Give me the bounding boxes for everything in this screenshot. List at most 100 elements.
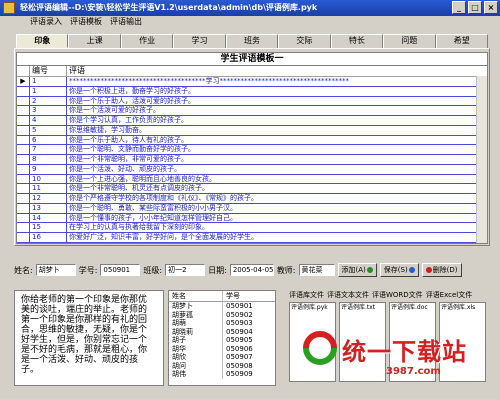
close-button[interactable]: × bbox=[484, 1, 498, 14]
student-name: 胡伟 bbox=[169, 370, 223, 379]
student-id-field[interactable]: 050901 bbox=[100, 264, 141, 276]
row-comment: 你是一个上进心强，聪明而且心地善良的女孩。 bbox=[69, 174, 216, 183]
table-row[interactable]: 4 你是个学习认真，工作负责的好孩子。 bbox=[17, 116, 487, 126]
comment-template-grid[interactable]: 学生评语模板一 编号 评语 ▶ 1 ************************… bbox=[16, 52, 488, 244]
row-no: 4 bbox=[30, 116, 67, 125]
table-row[interactable]: 15 在学习上的认真与执著给我留下深刻的印象。 bbox=[17, 223, 487, 233]
row-indicator bbox=[17, 125, 30, 135]
row-no: 6 bbox=[30, 135, 67, 145]
row-indicator bbox=[17, 96, 30, 106]
row-indicator bbox=[17, 86, 30, 96]
comment-text: 你给老师的第一个印象是你那优美的谈吐，端庄的举止。老师的第一个印象是你那样的有礼… bbox=[21, 295, 148, 375]
grid-scrollbar[interactable] bbox=[476, 76, 487, 243]
delete-button[interactable]: 删除(D) bbox=[421, 263, 462, 277]
class-field[interactable]: 初一2 bbox=[165, 264, 206, 276]
name-label: 姓名: bbox=[14, 265, 33, 275]
table-row[interactable]: 10 你是一个上进心强，聪明而且心地善良的女孩。 bbox=[17, 174, 487, 185]
header-comment[interactable]: 评语 bbox=[67, 66, 487, 76]
table-row[interactable]: ▶ 1 **************************************… bbox=[17, 77, 487, 87]
row-indicator bbox=[17, 203, 30, 213]
tab-talent[interactable]: 特长 bbox=[330, 34, 384, 48]
menu-item-entry[interactable]: 评语录入 bbox=[30, 16, 62, 28]
menu-item-output[interactable]: 评语输出 bbox=[110, 16, 142, 28]
row-indicator bbox=[17, 233, 30, 242]
row-no: 5 bbox=[30, 125, 67, 135]
col-name[interactable]: 姓名 bbox=[169, 291, 223, 301]
row-comment: 你是个严格遵守学校的各项制度和《礼仪》、《常规》的孩子。 bbox=[69, 194, 258, 202]
table-row[interactable]: 11 你是一个非常聪明、机灵还有点调皮的孩子。 bbox=[17, 184, 487, 194]
tab-homework[interactable]: 作业 bbox=[120, 34, 174, 48]
row-indicator bbox=[17, 155, 30, 164]
list-item[interactable]: 胡梦卜 050901 bbox=[169, 302, 275, 311]
add-button[interactable]: 添加(A) bbox=[337, 263, 377, 277]
maximize-button[interactable]: □ bbox=[468, 1, 482, 14]
table-row[interactable]: 3 你是一个活泼可爱的好孩子。 bbox=[17, 106, 487, 116]
row-indicator bbox=[17, 164, 30, 174]
name-field[interactable]: 胡梦卜 bbox=[35, 264, 76, 276]
table-row[interactable]: 2 你是一个乐于助人，活泼可爱的好孩子。 bbox=[17, 96, 487, 107]
list-item[interactable]: 胡问 050908 bbox=[169, 361, 275, 370]
row-indicator bbox=[17, 106, 30, 115]
student-form: 姓名: 胡梦卜 学号: 050901 班级: 初一2 日期: 2005-04-0… bbox=[14, 262, 490, 278]
table-row[interactable]: 16 你爱好广泛，知识丰富，好学好问，是个全面发展的好学生。 bbox=[17, 233, 487, 243]
comment-text-area[interactable]: 你给老师的第一个印象是你那优美的谈吐，端庄的举止。老师的第一个印象是你那样的有礼… bbox=[14, 290, 164, 386]
row-no: 1 bbox=[30, 77, 67, 86]
table-row[interactable]: 12 你是个严格遵守学校的各项制度和《礼仪》、《常规》的孩子。 bbox=[17, 194, 487, 204]
row-no: 12 bbox=[30, 194, 67, 203]
save-button[interactable]: 保存(S) bbox=[379, 263, 419, 277]
list-item[interactable]: 胡欣 050907 bbox=[169, 353, 275, 362]
table-row[interactable]: 1 你是一个积极上进，勤奋学习的好孩子。 bbox=[17, 86, 487, 97]
date-field[interactable]: 2005-04-05 bbox=[229, 264, 274, 276]
grid-header: 编号 评语 bbox=[17, 66, 487, 77]
save-icon bbox=[408, 267, 415, 273]
date-label: 日期: bbox=[208, 265, 227, 275]
table-row[interactable]: 7 你是一个聪明、文静而勤奋好学的孩子。 bbox=[17, 145, 487, 155]
row-no: 2 bbox=[30, 96, 67, 106]
student-list[interactable]: 姓名 学号 胡梦卜 050901 胡萝孤 050902 胡萌 050903 胡晓莉 05090… bbox=[168, 290, 276, 386]
list-item[interactable]: 胡晓莉 050904 bbox=[169, 327, 275, 336]
list-item[interactable]: 胡子 050905 bbox=[169, 336, 275, 345]
list-item[interactable]: 胡伟 050909 bbox=[169, 370, 275, 379]
list-item[interactable]: 胡萌 050903 bbox=[169, 319, 275, 328]
teacher-field[interactable]: 黄花菜 bbox=[298, 264, 335, 276]
menu-item-template[interactable]: 评语模板 bbox=[70, 16, 102, 28]
tab-hope[interactable]: 希望 bbox=[435, 34, 488, 48]
header-indicator bbox=[17, 66, 30, 76]
minimize-button[interactable]: _ bbox=[452, 1, 466, 14]
tab-problem[interactable]: 问题 bbox=[383, 34, 436, 48]
student-id: 050902 bbox=[226, 310, 253, 319]
table-row[interactable]: 9 你是一个活泼、好动、顽皮的孩子。 bbox=[17, 164, 487, 175]
header-no[interactable]: 编号 bbox=[30, 66, 67, 76]
row-comment: 你是一个乐于助人，活泼可爱的好孩子。 bbox=[69, 96, 195, 105]
tab-social[interactable]: 交际 bbox=[278, 34, 331, 48]
row-no: 10 bbox=[30, 174, 67, 184]
row-indicator bbox=[17, 174, 30, 184]
table-row[interactable]: 13 你是一个聪明、勇敢、某些际蛮富积极的小小男子汉。 bbox=[17, 203, 487, 214]
row-no: 3 bbox=[30, 106, 67, 115]
row-comment: 你是一个非常聪明、机灵还有点调皮的孩子。 bbox=[69, 184, 209, 193]
table-row[interactable]: 8 你是一个非常聪明，非常可爱的孩子。 bbox=[17, 155, 487, 165]
row-indicator bbox=[17, 194, 30, 203]
student-list-header: 姓名 学号 bbox=[169, 291, 275, 302]
row-no: 14 bbox=[30, 213, 67, 223]
tab-class-affairs[interactable]: 班务 bbox=[225, 34, 279, 48]
row-indicator bbox=[17, 116, 30, 125]
student-name: 胡华 bbox=[169, 344, 223, 353]
row-comment: 你是一个活泼可爱的好孩子。 bbox=[69, 106, 160, 115]
row-comment: 你是个学习认真，工作负责的好孩子。 bbox=[69, 116, 188, 124]
add-icon bbox=[366, 267, 373, 273]
table-row[interactable]: 6 你是一个乐于助人，待人有礼的孩子。 bbox=[17, 135, 487, 146]
table-row[interactable]: 14 你是一个懂事的孩子，小小年纪知道怎样管理好自己。 bbox=[17, 213, 487, 224]
row-comment: 你是一个聪明、文静而勤奋好学的孩子。 bbox=[69, 145, 195, 154]
col-id[interactable]: 学号 bbox=[223, 291, 275, 301]
add-label: 添加(A) bbox=[341, 266, 366, 274]
student-id: 050906 bbox=[226, 344, 253, 353]
tab-class[interactable]: 上课 bbox=[68, 34, 121, 48]
tab-study[interactable]: 学习 bbox=[173, 34, 226, 48]
student-name: 胡萝孤 bbox=[169, 310, 223, 319]
table-row[interactable]: 5 你思维敏捷，学习勤奋。 bbox=[17, 125, 487, 136]
tab-impression[interactable]: 印象 bbox=[16, 34, 69, 48]
list-item[interactable]: 胡华 050906 bbox=[169, 344, 275, 353]
list-item[interactable]: 胡萝孤 050902 bbox=[169, 310, 275, 319]
file-label-xls: 评语Excel文件 bbox=[425, 291, 473, 299]
